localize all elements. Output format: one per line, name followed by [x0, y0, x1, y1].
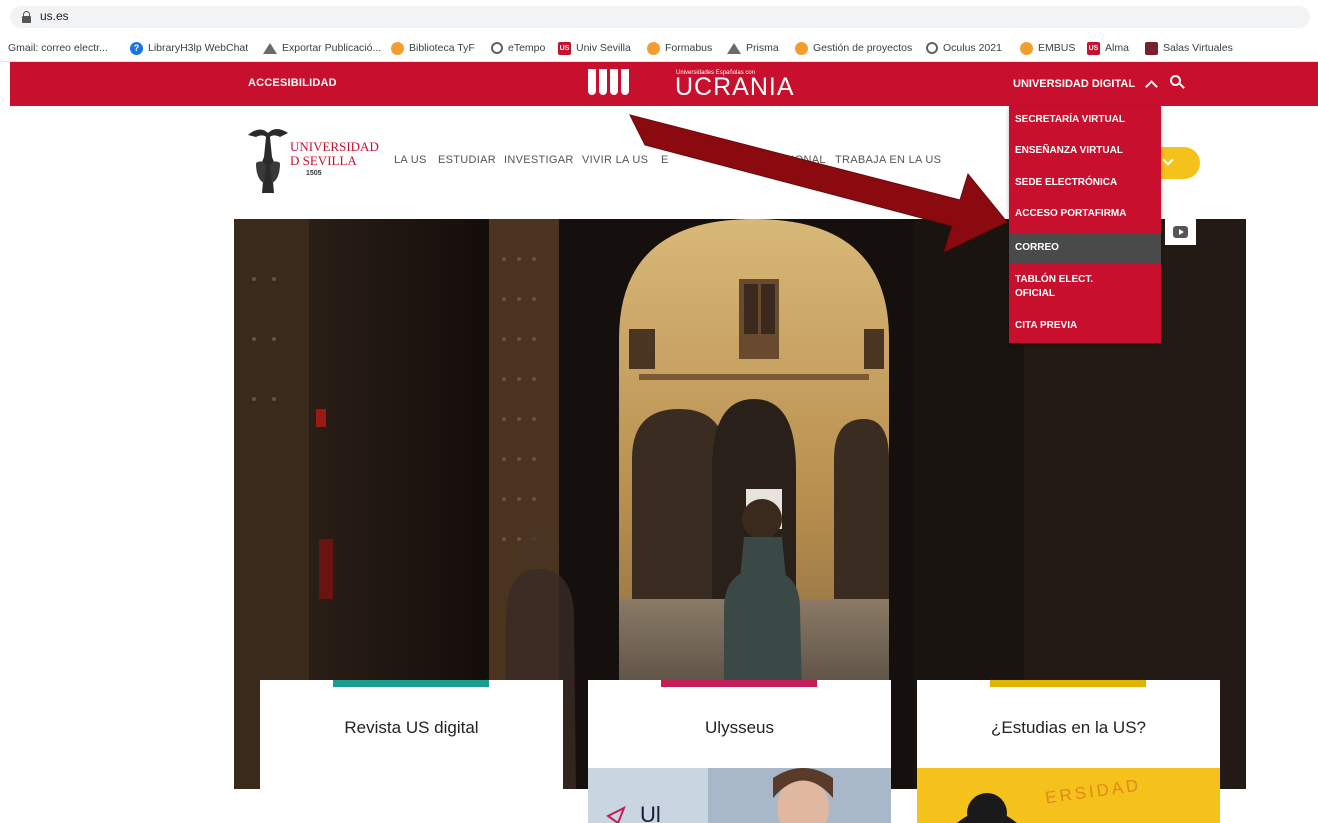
- chevron-up-icon: [1145, 80, 1158, 93]
- menu-item-correo[interactable]: CORREO: [1009, 234, 1161, 263]
- top-bar: ACCESIBILIDAD Universidades Españolas co…: [10, 62, 1318, 106]
- prisma-icon: [263, 42, 277, 54]
- menu-item-ensenanza-virtual[interactable]: ENSEÑANZA VIRTUAL: [1009, 145, 1161, 165]
- card-title: Revista US digital: [344, 718, 479, 737]
- us-logo-icon: [391, 41, 404, 55]
- menu-item-tablon-elect[interactable]: TABLÓN ELECT.: [1009, 274, 1161, 288]
- play-icon: [1173, 226, 1188, 238]
- menu-item-sede-electronica[interactable]: SEDE ELECTRÓNICA: [1009, 177, 1161, 197]
- nav-investigar[interactable]: INVESTIGAR: [504, 154, 574, 166]
- nav-vivir-la-us[interactable]: VIVIR LA US: [582, 154, 648, 166]
- us-logo-icon: [795, 41, 808, 55]
- menu-item-cita-previa[interactable]: CITA PREVIA: [1009, 320, 1161, 336]
- browser-address-bar: us.es: [0, 0, 1318, 34]
- card-title: Ulysseus: [705, 718, 774, 737]
- us-logo-icon: [647, 41, 660, 55]
- card-image: Ul: [588, 768, 891, 823]
- ulysseus-partial-text: Ul: [640, 802, 661, 823]
- bookmark-label: Salas Virtuales: [1163, 42, 1233, 54]
- chevron-down-icon: [1162, 154, 1174, 166]
- card-image: ERSIDAD: [917, 768, 1220, 823]
- bookmark-label: Univ Sevilla: [576, 42, 631, 54]
- bookmark-biblioteca-tyf[interactable]: Biblioteca TyF: [391, 39, 475, 57]
- help-icon: ?: [130, 41, 143, 55]
- bookmark-salas-virtuales[interactable]: Salas Virtuales: [1145, 39, 1233, 57]
- us-badge-icon: US: [1087, 41, 1100, 55]
- bookmark-oculus[interactable]: Oculus 2021: [926, 39, 1002, 57]
- card-estudias[interactable]: ¿Estudias en la US? ERSIDAD: [917, 680, 1220, 823]
- url-field[interactable]: us.es: [10, 6, 1310, 28]
- menu-item-tablon-oficial[interactable]: OFICIAL: [1009, 288, 1161, 302]
- bookmark-label: Prisma: [746, 42, 779, 54]
- card-accent-bar: [333, 680, 489, 687]
- universidad-digital-menu[interactable]: UNIVERSIDAD DIGITAL: [1013, 77, 1158, 93]
- menu-item-secretaria-virtual[interactable]: SECRETARÍA VIRTUAL: [1009, 114, 1161, 134]
- nav-internacional[interactable]: CIONAL: [783, 154, 826, 166]
- bookmark-label: Biblioteca TyF: [409, 42, 475, 54]
- nav-partial-e[interactable]: E: [661, 154, 669, 166]
- bookmark-label: EMBUS: [1038, 42, 1076, 54]
- accessibility-link[interactable]: ACCESIBILIDAD: [248, 77, 337, 89]
- bookmark-label: Alma: [1105, 42, 1129, 54]
- universidad-digital-dropdown: SECRETARÍA VIRTUAL ENSEÑANZA VIRTUAL SED…: [1009, 106, 1161, 343]
- ucrania-title: UCRANIA: [675, 73, 795, 101]
- bookmark-etempo[interactable]: eTempo: [491, 39, 545, 57]
- salas-icon: [1145, 41, 1158, 55]
- embus-icon: [1020, 41, 1033, 55]
- video-play-button[interactable]: [1165, 219, 1196, 245]
- logo-line-2: D SEVILLA: [290, 153, 357, 168]
- bookmark-prisma[interactable]: Prisma: [727, 39, 779, 57]
- card-accent-bar: [990, 680, 1146, 687]
- menu-item-acceso-portafirma[interactable]: ACCESO PORTAFIRMA: [1009, 208, 1161, 228]
- logo-line-1: UNIVERSIDAD: [290, 139, 379, 154]
- nav-trabaja-en-la-us[interactable]: TRABAJA EN LA US: [835, 154, 941, 166]
- prisma-icon: [727, 42, 741, 54]
- nav-estudiar[interactable]: ESTUDIAR: [438, 154, 496, 166]
- lock-icon[interactable]: [22, 11, 31, 23]
- search-icon[interactable]: [1170, 75, 1186, 91]
- nav-la-us[interactable]: LA US: [394, 154, 427, 166]
- bookmark-univ-sevilla[interactable]: US Univ Sevilla: [558, 39, 631, 57]
- logo-year: 1505: [306, 170, 322, 177]
- bookmark-formabus[interactable]: Formabus: [647, 39, 712, 57]
- us-logo[interactable]: UNIVERSIDAD D SEVILLA 1505: [246, 123, 379, 203]
- bookmarks-bar: Gmail: correo electr... ? LibraryH3lp We…: [0, 34, 1318, 62]
- bookmark-label: Exportar Publicació...: [282, 42, 382, 54]
- bookmark-label: LibraryH3lp WebChat: [148, 42, 249, 54]
- universidad-digital-label: UNIVERSIDAD DIGITAL: [1013, 78, 1136, 90]
- url-text: us.es: [40, 9, 69, 23]
- card-accent-bar: [661, 680, 817, 687]
- card-ulysseus[interactable]: Ulysseus Ul: [588, 680, 891, 823]
- globe-icon: [491, 42, 503, 54]
- us-badge-icon: US: [558, 41, 571, 55]
- card-title: ¿Estudias en la US?: [991, 718, 1146, 737]
- bookmark-gestion-proyectos[interactable]: Gestión de proyectos: [795, 39, 912, 57]
- bookmark-gmail[interactable]: Gmail: correo electr...: [8, 39, 108, 57]
- ucrania-logo[interactable]: [588, 69, 638, 99]
- bookmark-label: Formabus: [665, 42, 713, 54]
- card-revista[interactable]: Revista US digital: [260, 680, 563, 823]
- bookmark-label: Gestión de proyectos: [813, 42, 913, 54]
- bookmark-alma[interactable]: US Alma: [1087, 39, 1129, 57]
- globe-icon: [926, 42, 938, 54]
- bookmark-libraryh3lp[interactable]: ? LibraryH3lp WebChat: [130, 39, 248, 57]
- bookmark-exportar[interactable]: Exportar Publicació...: [263, 39, 381, 57]
- bookmark-label: Oculus 2021: [943, 42, 1002, 54]
- bookmark-label: eTempo: [508, 42, 546, 54]
- giralda-emblem-icon: [248, 129, 288, 193]
- bookmark-label: Gmail: correo electr...: [8, 42, 108, 54]
- bookmark-embus[interactable]: EMBUS: [1020, 39, 1075, 57]
